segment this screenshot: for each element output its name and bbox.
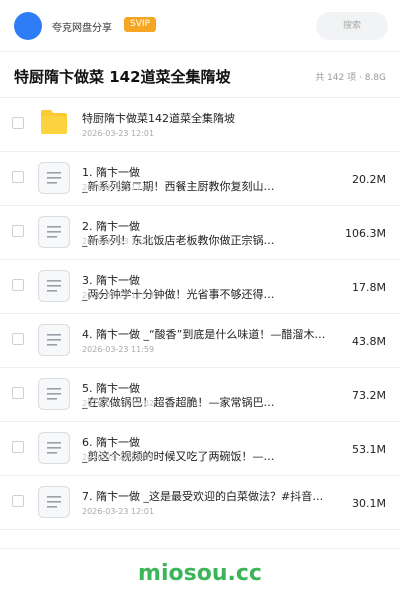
item-summary: 共 142 项 · 8.8G <box>315 73 386 83</box>
share-owner-name: 夸克网盘分享 <box>52 23 112 34</box>
item-name: 特厨隋卞做菜142道菜全集隋坡 <box>82 112 235 125</box>
site-watermark: miosou.cc <box>138 561 262 586</box>
item-size: 20.2M <box>352 173 386 186</box>
document-icon <box>38 324 70 356</box>
item-date: 2026-03-23 11:59 <box>82 345 155 354</box>
svip-badge: SVIP <box>124 17 156 32</box>
list-item[interactable]: 4. 隋卞一做 _“酸香”到底是什么味道！—醋溜木… 2026-03-23 11… <box>0 314 400 368</box>
item-name: 7. 隋卞一做 _这是最受欢迎的白菜做法？#抖音商… <box>82 490 330 503</box>
document-icon <box>38 162 70 194</box>
item-date: 2026-03-23 11:59 <box>82 291 155 300</box>
item-size: 73.2M <box>352 389 386 402</box>
select-checkbox[interactable] <box>12 495 24 507</box>
footer: miosou.cc <box>0 548 400 600</box>
document-icon <box>38 378 70 410</box>
list-item[interactable]: 2. 隋卞一做 _新系列！东北饭店老板教你做正宗锅… 2026-03-23 12:… <box>0 206 400 260</box>
select-checkbox[interactable] <box>12 279 24 291</box>
item-name: 4. 隋卞一做 _“酸香”到底是什么味道！—醋溜木… <box>82 328 326 341</box>
list-item[interactable]: 特厨隋卞做菜142道菜全集隋坡 2026-03-23 12:01 <box>0 98 400 152</box>
select-checkbox[interactable] <box>12 387 24 399</box>
select-checkbox[interactable] <box>12 333 24 345</box>
item-size: 17.8M <box>352 281 386 294</box>
search-input[interactable]: 搜索 <box>316 12 388 40</box>
document-icon <box>38 270 70 302</box>
item-date: 2026-03-23 12:01 <box>82 129 155 138</box>
list-item[interactable]: 6. 隋卞一做 _剪这个视频的时候又吃了两碗饭！—… 2026-03-23 12:… <box>0 422 400 476</box>
select-checkbox[interactable] <box>12 225 24 237</box>
item-size: 30.1M <box>352 497 386 510</box>
item-size: 53.1M <box>352 443 386 456</box>
folder-icon <box>41 110 67 134</box>
item-date: 2026-03-23 12:01 <box>82 183 155 192</box>
select-checkbox[interactable] <box>12 171 24 183</box>
list-item[interactable]: 5. 隋卞一做 _在家做锅巴！超香超脆！—家常锅巴… 2026-03-23 12:… <box>0 368 400 422</box>
item-date: 2026-03-23 12:01 <box>82 507 155 516</box>
title-row: 特厨隋卞做菜 142道菜全集隋坡 共 142 项 · 8.8G <box>0 52 400 98</box>
item-date: 2026-03-23 12:02 <box>82 399 155 408</box>
list-item[interactable]: 1. 隋卞一做 _新系列第二期！西餐主厨教你复刻山… 2026-03-23 12:… <box>0 152 400 206</box>
page-title: 特厨隋卞做菜 142道菜全集隋坡 <box>14 68 231 86</box>
select-checkbox[interactable] <box>12 441 24 453</box>
item-date: 2026-03-23 12:01 <box>82 237 155 246</box>
avatar[interactable] <box>14 12 42 40</box>
document-icon <box>38 432 70 464</box>
item-size: 106.3M <box>345 227 386 240</box>
document-icon <box>38 216 70 248</box>
header-bar: 夸克网盘分享 SVIP 搜索 <box>0 0 400 52</box>
item-date: 2026-03-23 12:01 <box>82 453 155 462</box>
item-size: 43.8M <box>352 335 386 348</box>
select-checkbox[interactable] <box>12 117 24 129</box>
list-item[interactable]: 3. 隋卞一做 _两分钟学十分钟做！光省事不够还得… 2026-03-23 11:… <box>0 260 400 314</box>
list-item[interactable]: 7. 隋卞一做 _这是最受欢迎的白菜做法？#抖音商… 2026-03-23 12… <box>0 476 400 530</box>
document-icon <box>38 486 70 518</box>
file-list: 特厨隋卞做菜142道菜全集隋坡 2026-03-23 12:01 1. 隋卞一做… <box>0 98 400 530</box>
